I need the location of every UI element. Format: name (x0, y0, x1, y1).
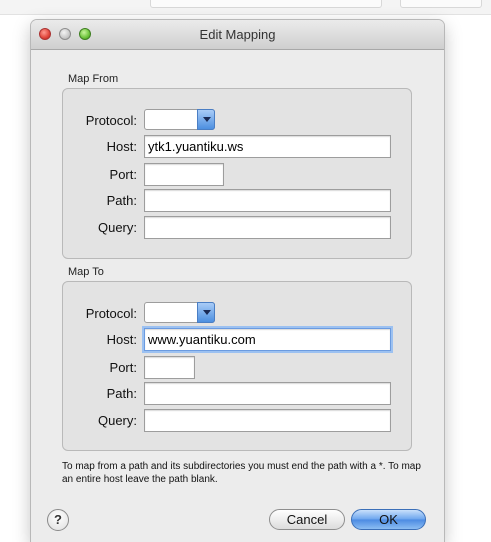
ok-button[interactable]: OK (351, 509, 426, 530)
map-to-host-input[interactable]: www.yuantiku.com (144, 328, 391, 351)
map-from-query-label: Query: (97, 220, 137, 235)
map-to-protocol-value (145, 305, 148, 319)
map-from-query-input[interactable] (144, 216, 391, 239)
map-from-protocol-label: Protocol: (85, 113, 137, 128)
chevron-down-icon (197, 109, 215, 130)
edit-mapping-dialog: Edit Mapping Map From Protocol: Host: yt… (31, 20, 444, 542)
map-to-label: Map To (68, 266, 104, 278)
map-to-query-input[interactable] (144, 409, 391, 432)
help-button[interactable]: ? (47, 509, 69, 531)
background-tab (150, 0, 382, 8)
map-to-host-label: Host: (106, 332, 137, 347)
map-from-port-label: Port: (109, 167, 137, 182)
map-to-path-label: Path: (106, 386, 137, 401)
map-to-protocol-select[interactable] (144, 302, 215, 323)
map-from-host-label: Host: (106, 139, 137, 154)
background-app-strip (0, 0, 491, 15)
map-to-protocol-label: Protocol: (85, 306, 137, 321)
map-to-port-input[interactable] (144, 356, 195, 379)
map-from-label: Map From (68, 73, 119, 85)
map-from-path-input[interactable] (144, 189, 391, 212)
background-fragment (10, 0, 130, 3)
background-tab (400, 0, 482, 8)
chevron-down-icon (197, 302, 215, 323)
cancel-button[interactable]: Cancel (269, 509, 345, 530)
map-from-port-input[interactable] (144, 163, 224, 186)
map-to-path-input[interactable] (144, 382, 391, 405)
map-from-protocol-value (145, 112, 148, 126)
window-title: Edit Mapping (199, 27, 276, 42)
map-to-port-label: Port: (109, 360, 137, 375)
map-from-protocol-select[interactable] (144, 109, 215, 130)
map-from-path-label: Path: (106, 193, 137, 208)
help-note: To map from a path and its subdirectorie… (62, 461, 421, 485)
map-from-host-input[interactable]: ytk1.yuantiku.ws (144, 135, 391, 158)
title-bar[interactable]: Edit Mapping (31, 20, 444, 50)
map-to-query-label: Query: (97, 413, 137, 428)
